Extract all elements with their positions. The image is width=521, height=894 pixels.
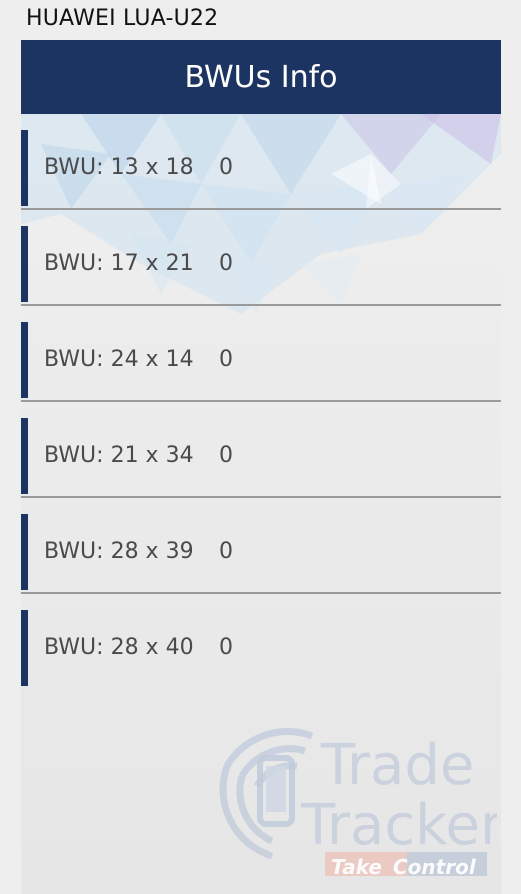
bwu-value: 0	[219, 443, 233, 468]
bwu-size-label: BWU: 21 x 34	[44, 443, 194, 468]
bwu-size-label: BWU: 28 x 39	[44, 539, 194, 564]
bwu-size-label: BWU: 17 x 21	[44, 251, 194, 276]
list-item[interactable]: BWU: 28 x 39 0	[21, 498, 501, 594]
bwu-value: 0	[219, 635, 233, 660]
bwu-list: BWU: 13 x 18 0 BWU: 17 x 21 0 BWU: 24 x …	[21, 114, 501, 690]
app-screen: BWUs Info BWU: 13 x 18 0 BWU: 17 x 21 0	[21, 40, 501, 894]
list-item[interactable]: BWU: 17 x 21 0	[21, 210, 501, 306]
row-accent-bar	[21, 418, 28, 494]
page-title: BWUs Info	[184, 59, 338, 95]
bwu-value: 0	[219, 539, 233, 564]
list-item[interactable]: BWU: 13 x 18 0	[21, 114, 501, 210]
row-accent-bar	[21, 610, 28, 686]
row-accent-bar	[21, 322, 28, 398]
device-title: HUAWEI LUA-U22	[26, 6, 219, 31]
row-accent-bar	[21, 130, 28, 206]
tradetracker-watermark-logo: Trade Tracker Take Control	[219, 728, 497, 876]
watermark-tagline-take: Take	[331, 855, 382, 876]
bwu-size-label: BWU: 24 x 14	[44, 347, 194, 372]
list-item[interactable]: BWU: 21 x 34 0	[21, 402, 501, 498]
bwu-size-label: BWU: 28 x 40	[44, 635, 194, 660]
watermark-brand-line2: Tracker	[300, 793, 497, 858]
row-accent-bar	[21, 514, 28, 590]
bwu-value: 0	[219, 155, 233, 180]
watermark-tagline-control: Control	[393, 855, 477, 876]
bwu-size-label: BWU: 13 x 18	[44, 155, 194, 180]
list-item[interactable]: BWU: 24 x 14 0	[21, 306, 501, 402]
row-accent-bar	[21, 226, 28, 302]
app-bar: BWUs Info	[21, 40, 501, 114]
list-item[interactable]: BWU: 28 x 40 0	[21, 594, 501, 690]
watermark-brand-line1: Trade	[320, 733, 474, 798]
bwu-value: 0	[219, 347, 233, 372]
bwu-value: 0	[219, 251, 233, 276]
